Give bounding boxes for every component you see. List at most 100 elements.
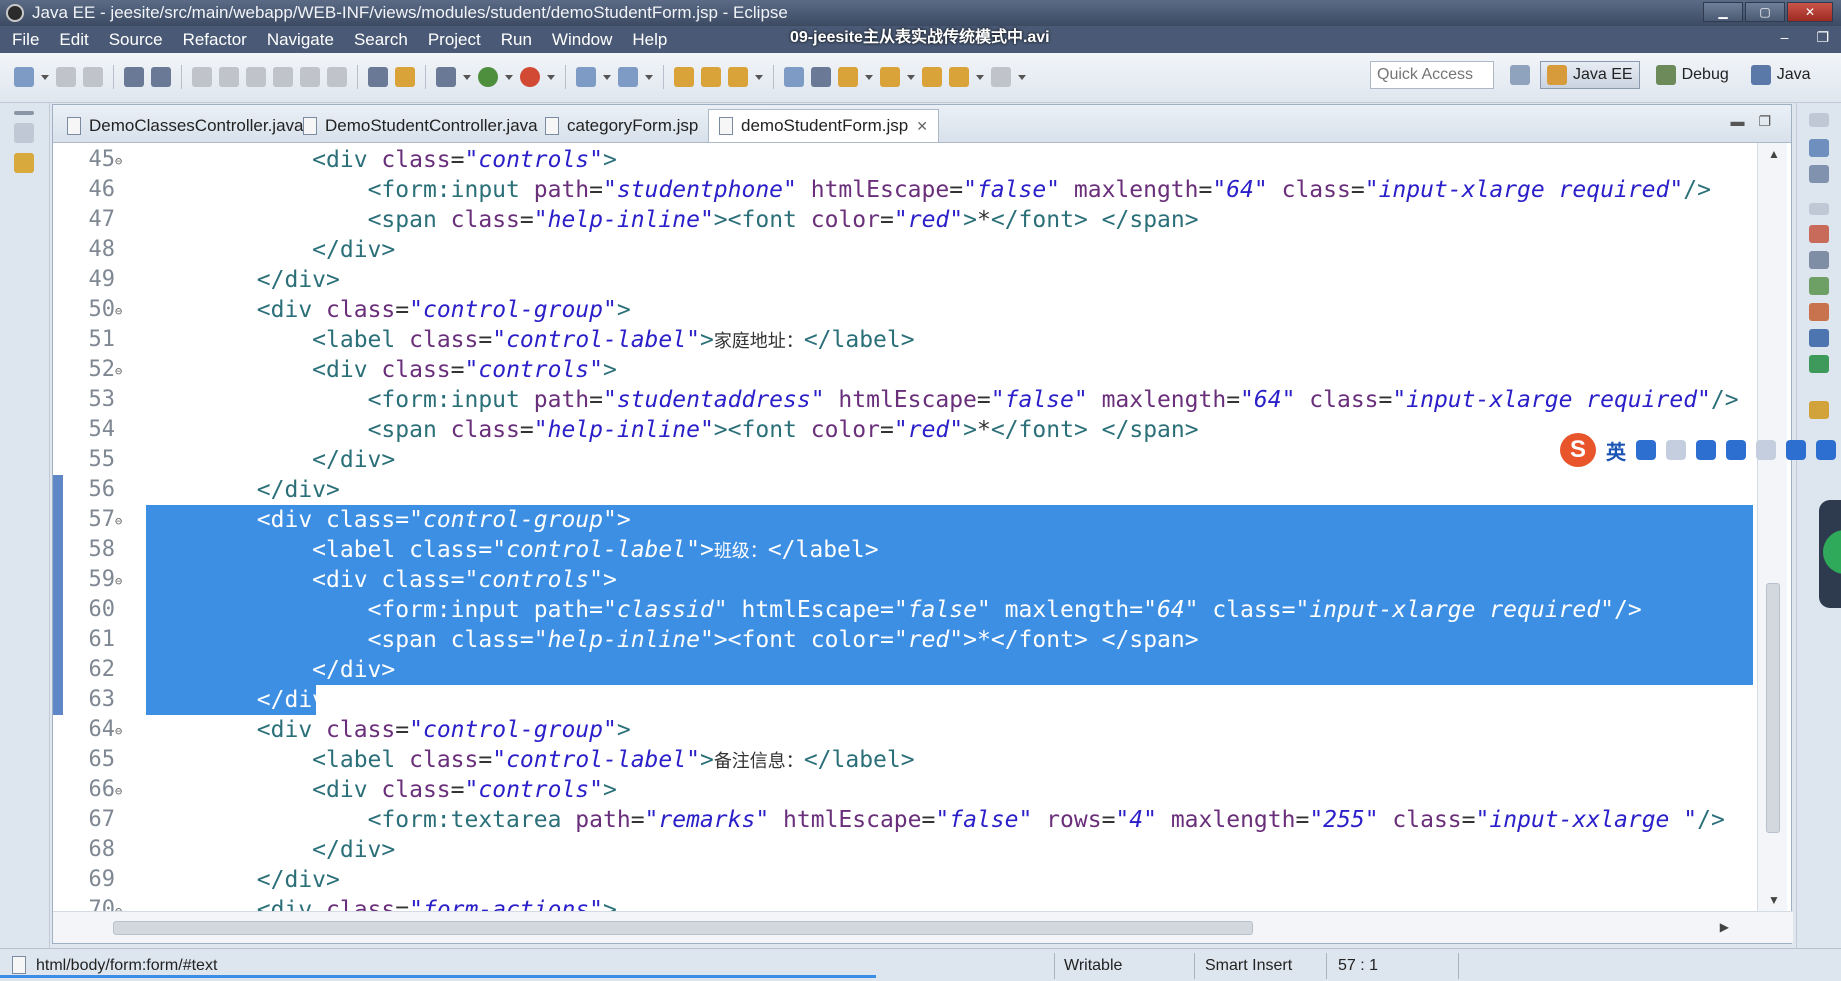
debug-gear-icon[interactable]	[436, 67, 456, 87]
server-icon[interactable]	[395, 67, 415, 87]
ime-mode-label[interactable]: 英	[1606, 436, 1626, 465]
open-perspective-icon[interactable]	[1510, 65, 1530, 85]
fold-toggle-icon[interactable]: ⊖	[115, 574, 122, 588]
tools-wrench-icon[interactable]	[1816, 440, 1836, 460]
step-over-icon[interactable]	[300, 67, 320, 87]
tab-demo-classes-controller[interactable]: DemoClassesController.java	[57, 109, 313, 142]
code-line[interactable]: 53 <form:input path="studentaddress" htm…	[53, 385, 1753, 415]
code-line[interactable]: 56 </div>	[53, 475, 1753, 505]
menu-edit[interactable]: Edit	[59, 30, 88, 50]
menu-run[interactable]: Run	[501, 30, 532, 50]
sogou-logo-icon[interactable]: S	[1560, 433, 1596, 467]
new-class-dropdown-icon[interactable]	[645, 74, 653, 80]
horizontal-scroll-thumb[interactable]	[113, 921, 1253, 935]
fold-toggle-icon[interactable]: ⊖	[115, 784, 122, 798]
code-line[interactable]: 66 ⊖ <div class="controls">	[53, 775, 1753, 805]
code-editor[interactable]: 45 ⊖ <div class="controls"> 46 <form:input…	[53, 143, 1753, 911]
code-line[interactable]: 60 <form:input path="classid" htmlEscape…	[53, 595, 1753, 625]
microphone-icon[interactable]	[1696, 440, 1716, 460]
menu-window[interactable]: Window	[552, 30, 612, 50]
keyboard-icon[interactable]	[1726, 440, 1746, 460]
new-dropdown-icon[interactable]	[41, 74, 49, 80]
search-icon[interactable]	[728, 67, 748, 87]
menu-project[interactable]: Project	[428, 30, 481, 50]
suspend-icon[interactable]	[219, 67, 239, 87]
toggle-mark-icon[interactable]	[151, 67, 171, 87]
close-button[interactable]: ✕	[1787, 2, 1833, 22]
code-line[interactable]: 49 </div>	[53, 265, 1753, 295]
save-all-icon[interactable]	[83, 67, 103, 87]
junit-icon[interactable]	[1809, 401, 1829, 419]
maximize-editor-icon[interactable]: ❐	[1758, 113, 1771, 130]
back-dropdown-icon[interactable]	[976, 74, 984, 80]
terminate-icon[interactable]	[246, 67, 266, 87]
forward-dropdown-icon[interactable]	[1018, 74, 1026, 80]
external-tools-icon[interactable]	[520, 67, 540, 87]
external-tools-dropdown-icon[interactable]	[547, 74, 555, 80]
menu-search[interactable]: Search	[354, 30, 408, 50]
quick-access-input[interactable]	[1370, 61, 1494, 89]
properties-icon[interactable]	[1809, 251, 1829, 269]
code-line[interactable]: 65 <label class="control-label">备注信息：</l…	[53, 745, 1753, 775]
minimize-editor-icon[interactable]: ▬	[1730, 113, 1744, 130]
snippets-icon[interactable]	[1809, 329, 1829, 347]
restore-view-icon[interactable]	[14, 123, 34, 143]
perspective-java[interactable]: Java	[1745, 61, 1817, 89]
scroll-up-icon[interactable]: ▲	[1768, 147, 1780, 161]
back-icon[interactable]	[949, 67, 969, 87]
fold-toggle-icon[interactable]: ⊖	[115, 154, 122, 168]
servers-icon[interactable]	[1809, 277, 1829, 295]
fold-toggle-icon[interactable]: ⊖	[115, 514, 122, 528]
maximize-button[interactable]: ▢	[1745, 2, 1785, 22]
moon-icon[interactable]	[1636, 440, 1656, 460]
project-explorer-icon[interactable]	[14, 153, 34, 173]
code-line[interactable]: 55 </div>	[53, 445, 1753, 475]
menu-navigate[interactable]: Navigate	[267, 30, 334, 50]
code-line[interactable]: 68 </div>	[53, 835, 1753, 865]
code-line[interactable]: 52 ⊖ <div class="controls">	[53, 355, 1753, 385]
user-icon[interactable]	[1756, 440, 1776, 460]
code-line[interactable]: 59 ⊖ <div class="controls">	[53, 565, 1753, 595]
previous-annotation-dropdown-icon[interactable]	[907, 74, 915, 80]
next-annotation-icon[interactable]	[838, 67, 858, 87]
fold-toggle-icon[interactable]: ⊖	[115, 364, 122, 378]
recorder-side-handle[interactable]	[1819, 500, 1841, 608]
perspective-debug[interactable]: Debug	[1650, 61, 1735, 89]
new-server-dropdown-icon[interactable]	[603, 74, 611, 80]
code-line[interactable]: 58 <label class="control-label">班级：</lab…	[53, 535, 1753, 565]
code-line[interactable]: 70 ⊖ <div class="form-actions">	[53, 895, 1753, 911]
fold-toggle-icon[interactable]: ⊖	[115, 724, 122, 738]
code-line[interactable]: 51 <label class="control-label">家庭地址：</l…	[53, 325, 1753, 355]
tab-demo-student-controller[interactable]: DemoStudentController.java	[293, 109, 548, 142]
run-icon[interactable]	[478, 67, 498, 87]
toggle-comment-icon[interactable]	[368, 67, 388, 87]
overlay-restore-icon[interactable]: ❐	[1816, 29, 1829, 46]
data-source-icon[interactable]	[1809, 303, 1829, 321]
perspective-java-ee[interactable]: Java EE	[1540, 61, 1640, 89]
scroll-down-icon[interactable]: ▼	[1768, 893, 1780, 907]
code-line[interactable]: 50 ⊖ <div class="control-group">	[53, 295, 1753, 325]
new-class-icon[interactable]	[618, 67, 638, 87]
markers-icon[interactable]	[1809, 225, 1829, 243]
debug-dropdown-icon[interactable]	[463, 74, 471, 80]
tab-demo-student-form[interactable]: demoStudentForm.jsp ✕	[708, 109, 939, 142]
resume-icon[interactable]	[192, 67, 212, 87]
code-line[interactable]: 61 <span class="help-inline"><font color…	[53, 625, 1753, 655]
tab-category-form[interactable]: categoryForm.jsp	[535, 109, 708, 142]
vertical-scroll-thumb[interactable]	[1766, 583, 1780, 833]
next-annotation-dropdown-icon[interactable]	[865, 74, 873, 80]
fold-toggle-icon[interactable]: ⊖	[115, 304, 122, 318]
open-type-icon[interactable]	[674, 67, 694, 87]
previous-annotation-icon[interactable]	[880, 67, 900, 87]
menu-file[interactable]: File	[12, 30, 39, 50]
code-line[interactable]: 54 <span class="help-inline"><font color…	[53, 415, 1753, 445]
scroll-right-icon[interactable]: ▶	[1720, 920, 1729, 934]
vertical-scrollbar[interactable]: ▲ ▼	[1757, 143, 1787, 911]
step-return-icon[interactable]	[327, 67, 347, 87]
outline-icon[interactable]	[1809, 139, 1829, 157]
console-icon[interactable]	[1809, 355, 1829, 373]
forward-icon[interactable]	[991, 67, 1011, 87]
task-list-icon[interactable]	[1809, 165, 1829, 183]
fold-toggle-icon[interactable]: ⊖	[115, 904, 122, 911]
last-edit-icon[interactable]	[922, 67, 942, 87]
